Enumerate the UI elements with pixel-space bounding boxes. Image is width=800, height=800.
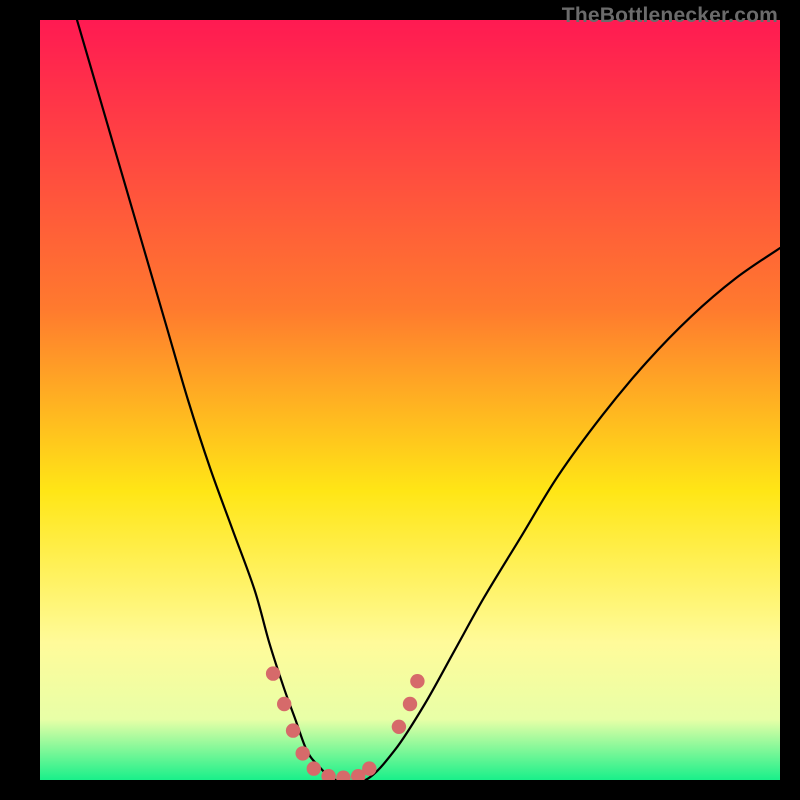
curve-marker <box>392 720 406 734</box>
curve-marker <box>336 771 350 780</box>
curve-marker <box>362 761 376 775</box>
curve-layer <box>40 20 780 780</box>
curve-marker <box>403 697 417 711</box>
curve-marker <box>277 697 291 711</box>
bottleneck-curve <box>77 20 780 780</box>
watermark-text: TheBottlenecker.com <box>562 4 778 28</box>
marker-group <box>266 666 425 780</box>
curve-marker <box>286 723 300 737</box>
curve-marker <box>307 761 321 775</box>
curve-marker <box>296 746 310 760</box>
curve-marker <box>266 666 280 680</box>
chart-frame: TheBottlenecker.com <box>0 0 800 800</box>
plot-area <box>40 20 780 780</box>
curve-marker <box>410 674 424 688</box>
